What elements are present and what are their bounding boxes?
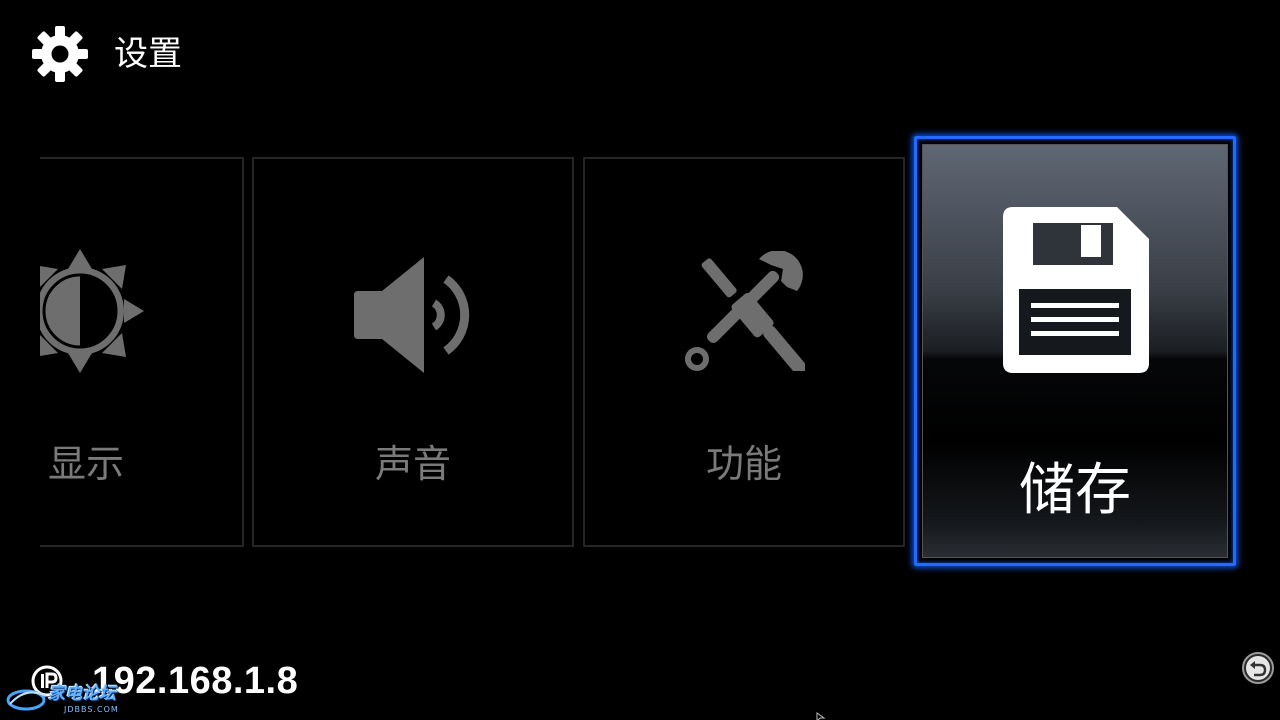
tile-function[interactable]: 功能 [583,157,905,547]
settings-screen: 设置 显示 声音 功能 储存 192.168.1.8 家电论坛 JDBBS.CO… [0,0,1280,720]
back-icon[interactable] [1242,652,1274,684]
tile-display-label: 显示 [48,442,125,486]
tile-storage-label: 储存 [1019,458,1131,523]
tile-sound[interactable]: 声音 [252,157,574,547]
speaker-icon [354,257,470,373]
floppy-disk-icon [1003,207,1149,373]
tile-storage-inner: 储存 [922,144,1228,558]
header: 设置 [30,22,182,86]
watermark-subtext: JDBBS.COM [64,705,119,714]
tile-display[interactable]: 显示 [40,157,244,547]
cursor-icon [816,712,826,720]
brightness-icon [40,249,144,373]
page-title: 设置 [114,34,182,74]
watermark-text: 家电论坛 [48,684,116,704]
tile-sound-label: 声音 [374,442,451,486]
tile-storage[interactable]: 储存 [914,136,1236,566]
tile-function-label: 功能 [705,442,782,486]
tools-icon [685,251,805,371]
gear-icon [32,26,88,82]
